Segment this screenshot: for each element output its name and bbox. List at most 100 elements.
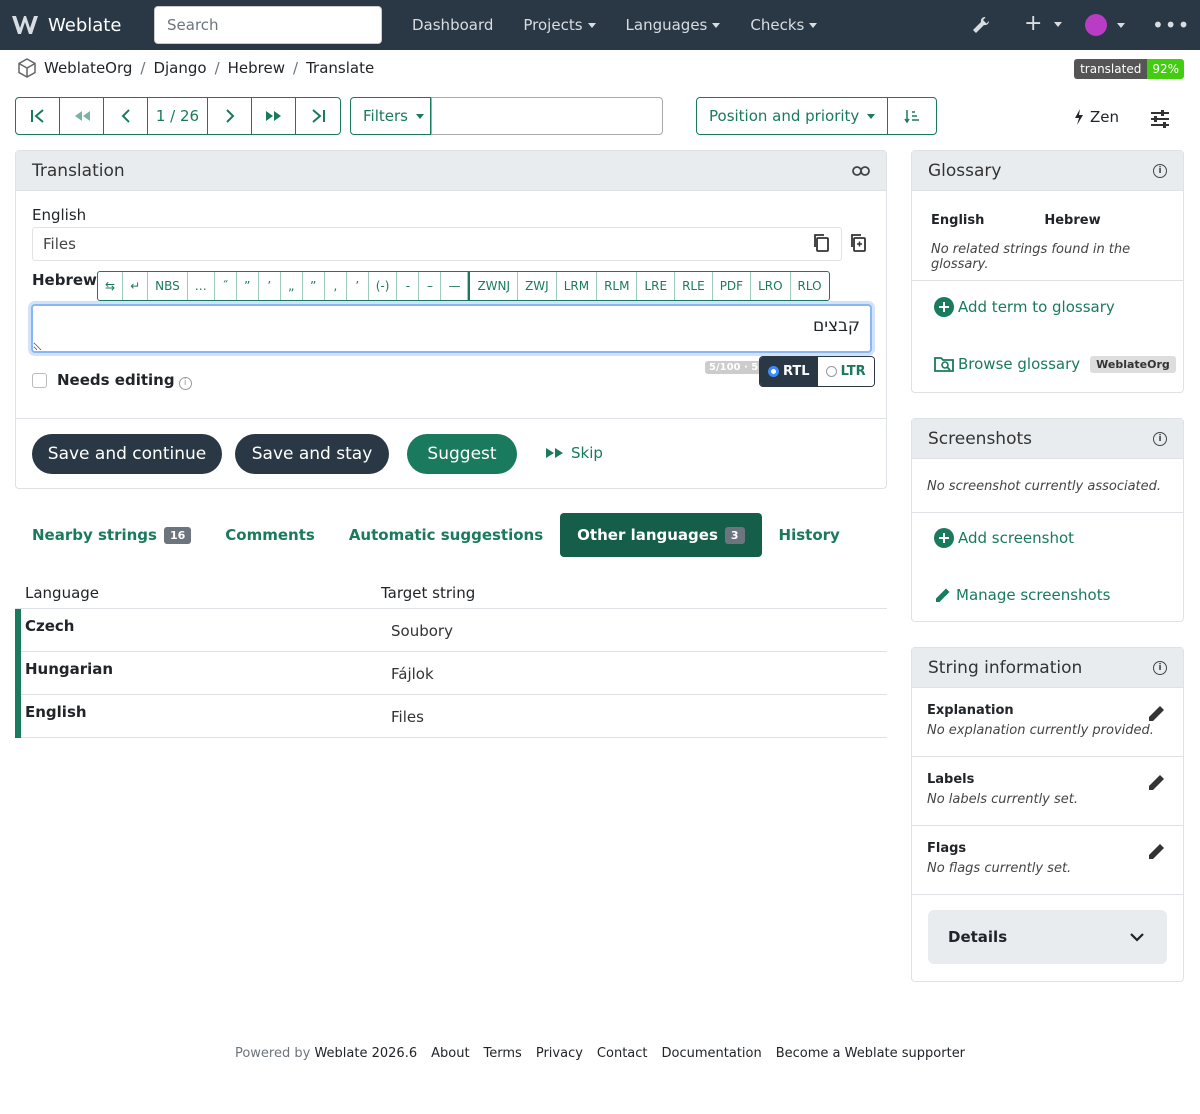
browse-glossary-label: Browse glossary xyxy=(958,355,1081,373)
sort-direction-button[interactable] xyxy=(888,98,936,134)
direction-char-button[interactable]: RLM xyxy=(597,272,638,300)
footer-link-supporter[interactable]: Become a Weblate supporter xyxy=(776,1046,965,1061)
info-icon[interactable]: i xyxy=(1153,163,1167,178)
weblate-version-link[interactable]: Weblate 2026.6 xyxy=(314,1046,417,1061)
sort-dropdown[interactable]: Position and priority xyxy=(697,98,889,134)
edit-pencil-icon[interactable] xyxy=(1147,703,1167,723)
footer-link-about[interactable]: About xyxy=(431,1046,469,1061)
direction-char-button[interactable]: PDF xyxy=(713,272,752,300)
screenshots-results: No screenshot currently associated. xyxy=(912,459,1183,513)
filters-dropdown[interactable]: Filters xyxy=(350,97,431,135)
breadcrumb-language[interactable]: Hebrew xyxy=(228,59,285,77)
edit-pencil-icon[interactable] xyxy=(1147,772,1167,792)
table-row[interactable]: English Files xyxy=(15,695,887,738)
nav-languages[interactable]: Languages xyxy=(626,16,721,34)
breadcrumb-project[interactable]: WeblateOrg xyxy=(44,59,132,77)
filter-query-input[interactable] xyxy=(431,97,663,135)
wrench-icon[interactable] xyxy=(971,15,991,35)
char-button[interactable]: – xyxy=(419,272,442,300)
needs-editing-checkbox[interactable] xyxy=(32,372,47,388)
manage-screenshots-label: Manage screenshots xyxy=(956,586,1111,604)
direction-char-button[interactable]: RLE xyxy=(675,272,713,300)
add-term-link[interactable]: Add term to glossary xyxy=(934,297,1115,317)
char-button[interactable]: ‚ xyxy=(325,272,347,300)
char-button[interactable]: - xyxy=(397,272,420,300)
manage-screenshots-link[interactable]: Manage screenshots xyxy=(934,586,1110,604)
row-target: Files xyxy=(391,708,424,726)
column-header-language: Language xyxy=(25,584,100,602)
edit-pencil-icon[interactable] xyxy=(1147,841,1167,861)
footer-link-documentation[interactable]: Documentation xyxy=(662,1046,762,1061)
char-button[interactable]: NBS xyxy=(148,272,188,300)
direction-char-button[interactable]: ZWNJ xyxy=(470,272,519,300)
glossary-title: Glossary xyxy=(928,160,1002,181)
footer-link-contact[interactable]: Contact xyxy=(597,1046,648,1061)
char-button[interactable]: ↵ xyxy=(123,272,149,300)
link-icon[interactable] xyxy=(852,165,870,177)
first-button[interactable] xyxy=(16,98,60,134)
explanation-text: No explanation currently provided. xyxy=(927,723,1154,738)
char-button[interactable]: — xyxy=(441,272,469,300)
brand-link[interactable]: Weblate xyxy=(10,12,145,38)
previous-fast-button[interactable] xyxy=(60,98,104,134)
info-icon[interactable]: i xyxy=(1153,660,1167,675)
char-button[interactable]: (-) xyxy=(369,272,398,300)
nav-projects[interactable]: Projects xyxy=(523,16,596,34)
translation-progress-badge[interactable]: translated 92% xyxy=(1074,59,1184,79)
next-fast-button[interactable] xyxy=(252,98,296,134)
user-menu[interactable] xyxy=(1085,14,1125,36)
tab-nearby-strings[interactable]: Nearby strings 16 xyxy=(15,513,208,557)
tab-automatic-suggestions[interactable]: Automatic suggestions xyxy=(332,513,560,557)
direction-char-button[interactable]: LRM xyxy=(557,272,598,300)
sliders-icon[interactable] xyxy=(1150,110,1170,132)
suggest-button[interactable]: Suggest xyxy=(407,434,517,474)
copy-icon[interactable] xyxy=(812,233,830,257)
add-screenshot-link[interactable]: Add screenshot xyxy=(934,528,1074,548)
last-button[interactable] xyxy=(296,98,340,134)
next-button[interactable] xyxy=(208,98,252,134)
char-button[interactable]: ” xyxy=(303,272,325,300)
save-continue-button[interactable]: Save and continue xyxy=(32,434,222,474)
clone-source-icon[interactable] xyxy=(849,233,867,257)
char-button[interactable]: ’ xyxy=(347,272,369,300)
flags-section: Flags No flags currently set. xyxy=(912,826,1183,895)
direction-char-button[interactable]: LRE xyxy=(637,272,676,300)
needs-editing-toggle[interactable]: Needs editing i xyxy=(32,371,192,390)
direction-char-button[interactable]: RLO xyxy=(791,272,829,300)
info-icon[interactable]: i xyxy=(178,376,192,390)
char-button[interactable]: … xyxy=(188,272,215,300)
char-button[interactable]: ⇆ xyxy=(98,272,124,300)
table-row[interactable]: Czech Soubory xyxy=(15,609,887,652)
skip-button[interactable]: Skip xyxy=(545,444,603,462)
direction-rtl-option[interactable]: RTL xyxy=(760,357,818,386)
previous-button[interactable] xyxy=(104,98,148,134)
char-button[interactable]: ’ xyxy=(259,272,281,300)
tab-history[interactable]: History xyxy=(762,513,857,557)
details-accordion[interactable]: Details xyxy=(928,910,1167,964)
translation-textarea[interactable]: קבצים xyxy=(31,304,872,353)
tab-comments[interactable]: Comments xyxy=(208,513,332,557)
char-button[interactable]: ˝ xyxy=(215,272,237,300)
search-input[interactable] xyxy=(154,6,382,44)
breadcrumb-component[interactable]: Django xyxy=(153,59,206,77)
browse-glossary-link[interactable]: Browse glossary WeblateOrg xyxy=(934,355,1176,373)
folder-search-icon xyxy=(934,357,954,372)
tab-other-languages[interactable]: Other languages 3 xyxy=(560,513,762,557)
more-menu-icon[interactable]: ••• xyxy=(1152,13,1190,37)
footer-link-terms[interactable]: Terms xyxy=(484,1046,522,1061)
char-button[interactable]: ” xyxy=(237,272,259,300)
save-stay-button[interactable]: Save and stay xyxy=(235,434,389,474)
footer-link-privacy[interactable]: Privacy xyxy=(536,1046,583,1061)
info-icon[interactable]: i xyxy=(1153,431,1167,446)
add-menu[interactable]: + xyxy=(1024,13,1063,35)
plus-circle-icon xyxy=(934,528,954,548)
nav-dashboard[interactable]: Dashboard xyxy=(412,16,493,34)
table-row[interactable]: Hungarian Fájlok xyxy=(15,652,887,695)
char-button[interactable]: „ xyxy=(281,272,303,300)
glossary-empty-text: No related strings found in the glossary… xyxy=(931,242,1131,272)
direction-char-button[interactable]: ZWJ xyxy=(518,272,557,300)
zen-mode-link[interactable]: Zen xyxy=(1074,108,1119,126)
nav-checks[interactable]: Checks xyxy=(750,16,818,34)
direction-char-button[interactable]: LRO xyxy=(751,272,791,300)
direction-ltr-option[interactable]: LTR xyxy=(817,357,874,386)
